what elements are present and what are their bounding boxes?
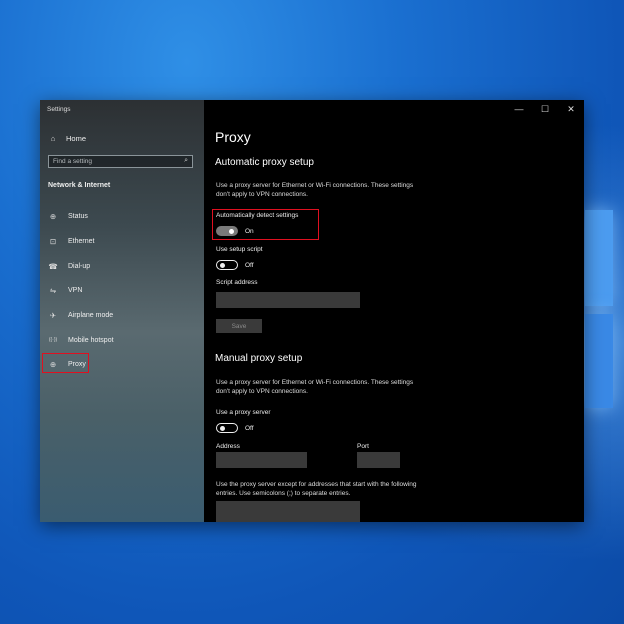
settings-window: Settings ⌂ Home ⌕ Network & Internet ⊕ S…	[40, 100, 584, 522]
search-box[interactable]: ⌕	[48, 155, 193, 168]
hotspot-icon: ((·))	[48, 337, 58, 343]
proxy-highlight-box	[42, 353, 89, 373]
sidebar-home[interactable]: ⌂ Home	[48, 134, 86, 143]
manual-proxy-description: Use a proxy server for Ethernet or Wi-Fi…	[216, 378, 456, 396]
sidebar-item-label: Ethernet	[68, 237, 95, 245]
ethernet-icon: ⊡	[49, 236, 57, 246]
sidebar-item-status[interactable]: ⊕ Status	[48, 209, 88, 223]
vpn-icon: ⇋	[49, 285, 57, 295]
search-input[interactable]	[53, 156, 173, 167]
search-icon[interactable]: ⌕	[184, 157, 188, 165]
description-line: don't apply to VPN connections.	[216, 191, 308, 198]
exceptions-description: Use the proxy server except for addresse…	[216, 480, 456, 498]
windows-logo-pane-bottom	[585, 314, 613, 408]
main-content: Proxy Automatic proxy setup Use a proxy …	[204, 100, 584, 522]
address-field[interactable]	[216, 452, 307, 468]
setup-script-label: Use setup script	[216, 246, 263, 253]
sidebar-item-mobile-hotspot[interactable]: ((·)) Mobile hotspot	[48, 333, 114, 347]
description-line: Use a proxy server for Ethernet or Wi-Fi…	[216, 182, 414, 189]
port-label: Port	[357, 443, 369, 450]
auto-detect-highlight-box	[212, 209, 319, 240]
sidebar-item-label: Status	[68, 212, 88, 220]
setup-script-state: Off	[245, 262, 254, 269]
page-title: Proxy	[215, 129, 251, 145]
home-icon: ⌂	[50, 134, 56, 143]
exceptions-field[interactable]	[216, 501, 360, 522]
airplane-icon: ✈	[49, 310, 57, 320]
window-title: Settings	[47, 106, 71, 113]
sidebar-item-ethernet[interactable]: ⊡ Ethernet	[48, 234, 95, 248]
description-line: Use the proxy server except for addresse…	[216, 481, 417, 488]
sidebar-home-label: Home	[66, 134, 87, 143]
use-proxy-state: Off	[245, 425, 254, 432]
use-proxy-toggle[interactable]	[216, 423, 238, 433]
sidebar-item-label: Mobile hotspot	[68, 336, 114, 344]
dialup-icon: ☎	[48, 261, 58, 271]
status-icon: ⊕	[49, 211, 57, 221]
save-button[interactable]: Save	[216, 319, 262, 333]
sidebar-item-label: VPN	[68, 286, 83, 294]
description-line: Use a proxy server for Ethernet or Wi-Fi…	[216, 379, 414, 386]
sidebar-item-vpn[interactable]: ⇋ VPN	[48, 283, 83, 297]
sidebar-item-dialup[interactable]: ☎ Dial-up	[48, 259, 90, 273]
manual-proxy-heading: Manual proxy setup	[215, 353, 303, 364]
setup-script-toggle[interactable]	[216, 260, 238, 270]
script-address-label: Script address	[216, 279, 258, 286]
section-header: Network & Internet	[48, 182, 111, 189]
automatic-proxy-heading: Automatic proxy setup	[215, 157, 314, 168]
use-proxy-label: Use a proxy server	[216, 409, 271, 416]
description-line: don't apply to VPN connections.	[216, 388, 308, 395]
address-label: Address	[216, 443, 240, 450]
toggle-knob	[220, 262, 225, 268]
description-line: entries. Use semicolons (;) to separate …	[216, 490, 351, 497]
sidebar: Settings ⌂ Home ⌕ Network & Internet ⊕ S…	[40, 100, 204, 522]
script-address-field[interactable]	[216, 292, 360, 308]
toggle-knob	[220, 425, 225, 431]
automatic-proxy-description: Use a proxy server for Ethernet or Wi-Fi…	[216, 181, 456, 199]
sidebar-item-airplane-mode[interactable]: ✈ Airplane mode	[48, 308, 113, 322]
sidebar-item-label: Airplane mode	[68, 311, 114, 319]
port-field[interactable]	[357, 452, 400, 468]
sidebar-item-label: Dial-up	[68, 262, 91, 270]
windows-logo-pane-top	[585, 210, 613, 306]
